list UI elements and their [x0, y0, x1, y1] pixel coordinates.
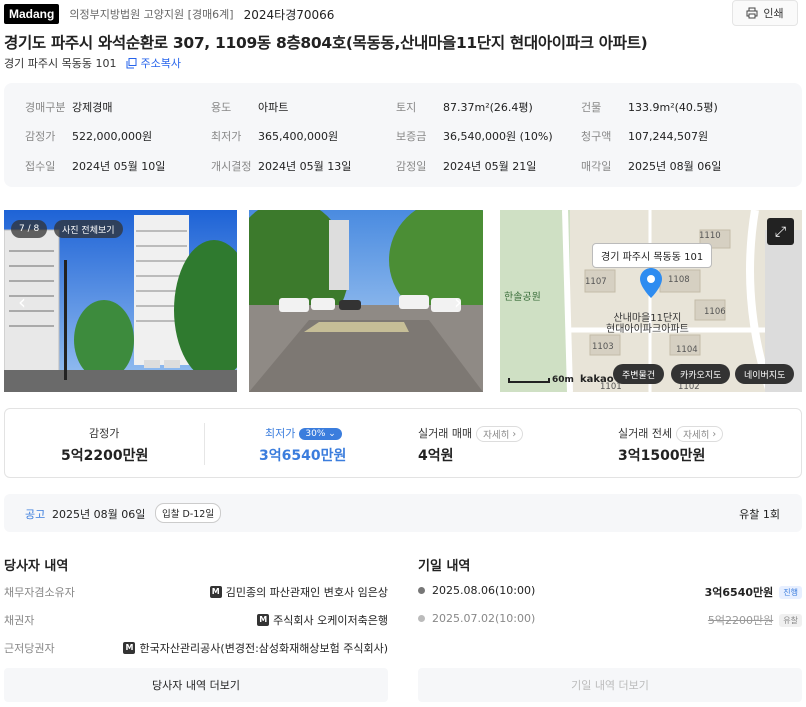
parties-title: 당사자 내역: [4, 559, 69, 574]
kakao-map-button[interactable]: 카카오지도: [671, 364, 731, 384]
map-building-1103: 1103: [592, 342, 614, 352]
m-icon: M: [123, 642, 136, 654]
map-scale-label: 60m: [552, 375, 574, 385]
info-deposit: 보증금 36,540,000원 (10%): [396, 130, 553, 143]
info-sale-date: 매각일 2025년 08월 06일: [581, 160, 722, 173]
dates-more-button[interactable]: 기일 내역 더보기: [418, 668, 802, 702]
case-number: 2024타경70066: [243, 7, 335, 22]
jeonse-trade-label: 실거래 전세: [618, 427, 673, 440]
m-icon: M: [209, 586, 222, 598]
printer-icon: [746, 7, 758, 19]
map-park-label: 한솔공원: [504, 292, 541, 303]
info-min-price: 최저가 365,400,000원: [211, 130, 339, 143]
notice-date: 2025년 08월 06일: [52, 508, 146, 521]
map-address-popup: 경기 파주시 목동동 101: [592, 243, 713, 268]
date-row-date: 2025.07.02(10:00): [418, 612, 535, 625]
date-row-price: 5억2200만원 유찰: [708, 612, 802, 628]
copy-address-label: 주소복사: [140, 57, 181, 70]
page-title: 경기도 파주시 와석순환로 307, 1109동 8층804호(목동동,산내마을…: [4, 34, 648, 52]
appraisal-value: 5억2200만원: [61, 448, 149, 464]
photo-next-arrow[interactable]: ›: [454, 290, 462, 314]
info-appraisal: 감정가 522,000,000원: [25, 130, 153, 143]
map-scale: [508, 378, 550, 383]
map-pin-icon: [640, 268, 662, 298]
jeonse-trade-detail-button[interactable]: 자세히 ›: [676, 426, 724, 442]
map-building-1104: 1104: [676, 345, 698, 355]
min-price-label-group: 최저가 30% ⌄: [265, 425, 342, 441]
info-building: 건물 133.9m²(40.5평): [581, 101, 718, 114]
appraisal-label: 감정가: [89, 427, 120, 440]
map-building-1106: 1106: [704, 307, 726, 317]
notice-bar: 공고 2025년 08월 06일 입찰 D-12일 유찰 1회: [4, 494, 802, 532]
status-badge: 유찰: [779, 613, 802, 627]
chevron-down-icon: ⌄: [328, 429, 336, 439]
naver-map-button[interactable]: 네이버지도: [735, 364, 795, 384]
photo-counter: 7 / 8: [11, 220, 48, 238]
parties-more-button[interactable]: 당사자 내역 더보기: [4, 668, 388, 702]
chevron-right-icon: ›: [512, 428, 517, 440]
parking-photo-image: [249, 210, 483, 392]
sale-trade-label: 실거래 매매: [418, 427, 473, 440]
photo-prev-arrow[interactable]: ‹: [18, 290, 26, 314]
discount-badge: 30% ⌄: [299, 428, 342, 440]
party-name: M 김민종의 파산관재인 변호사 임은상: [209, 584, 388, 600]
min-price-label: 최저가: [265, 427, 296, 440]
header-bar: Madang 의정부지방법원 고양지원 [경매6계] 2024타경70066: [4, 3, 334, 25]
jeonse-trade-label-group: 실거래 전세 자세히 ›: [618, 425, 724, 442]
price-summary: 감정가 5억2200만원 최저가 30% ⌄ 3억6540만원 실거래 매매 자세히…: [4, 408, 802, 478]
date-row-date: 2025.08.06(10:00): [418, 584, 535, 597]
chevron-right-icon: ›: [712, 428, 717, 440]
auction-result: 유찰 1회: [739, 508, 780, 521]
info-start-decision: 개시결정 2024년 05월 13일: [211, 160, 352, 173]
copy-address-button[interactable]: 주소복사: [126, 55, 181, 71]
address-line: 경기 파주시 목동동 101 주소복사: [4, 55, 181, 71]
m-icon: M: [257, 614, 270, 626]
party-role: 근저당권자: [4, 642, 55, 655]
short-address: 경기 파주시 목동동 101: [4, 57, 117, 70]
property-photo-2[interactable]: ›: [249, 210, 483, 392]
court-name: 의정부지방법원 고양지원 [경매6계]: [69, 8, 234, 21]
view-all-photos-button[interactable]: 사진 전체보기: [54, 220, 123, 238]
info-auction-type: 경매구분 강제경매: [25, 101, 113, 114]
map-building-1107: 1107: [585, 277, 607, 287]
map-building-1110: 1110: [699, 231, 721, 241]
auction-info-panel: 경매구분 강제경매 용도 아파트 토지 87.37m²(26.4평) 건물 133.9m…: [4, 83, 802, 187]
info-usage: 용도 아파트: [211, 101, 289, 114]
dates-title: 기일 내역: [418, 559, 471, 574]
print-label: 인쇄: [763, 7, 784, 20]
copy-icon: [126, 57, 137, 68]
party-role: 채권자: [4, 614, 35, 627]
divider: [204, 423, 205, 465]
brand-logo[interactable]: Madang: [4, 4, 60, 24]
map-expand-button[interactable]: ⤢: [767, 218, 794, 245]
dot-icon: [418, 615, 425, 622]
sale-trade-detail-button[interactable]: 자세히 ›: [476, 426, 524, 442]
dday-badge: 입찰 D-12일: [155, 503, 222, 523]
party-role: 채무자겸소유자: [4, 586, 75, 599]
sale-trade-label-group: 실거래 매매 자세히 ›: [418, 425, 524, 442]
info-appraisal-date: 감정일 2024년 05월 21일: [396, 160, 537, 173]
map-building-1108: 1108: [668, 275, 690, 285]
status-badge: 진행: [779, 585, 802, 599]
notice-label: 공고: [25, 508, 46, 521]
party-name: M 주식회사 오케이저축은행: [257, 612, 388, 628]
date-row-price: 3억6540만원 진행: [705, 584, 802, 600]
dot-icon: [418, 587, 425, 594]
min-price-value: 3억6540만원: [259, 448, 347, 464]
map-complex-label: 산내마을11단지 현대아이파크아파트: [606, 313, 689, 335]
sale-trade-value: 4억원: [418, 448, 454, 464]
jeonse-trade-value: 3억1500만원: [618, 448, 706, 464]
map-provider-logo: kakao: [580, 374, 614, 385]
info-land: 토지 87.37m²(26.4평): [396, 101, 533, 114]
party-name: M 한국자산관리공사(변경전:삼성화재해상보험 주식회사): [123, 640, 388, 656]
info-claim: 청구액 107,244,507원: [581, 130, 709, 143]
nearby-items-button[interactable]: 주변물건: [613, 364, 665, 384]
info-received: 접수일 2024년 05월 10일: [25, 160, 166, 173]
print-button[interactable]: 인쇄: [732, 0, 798, 26]
property-photo-1[interactable]: 7 / 8 사진 전체보기 ‹: [4, 210, 237, 392]
